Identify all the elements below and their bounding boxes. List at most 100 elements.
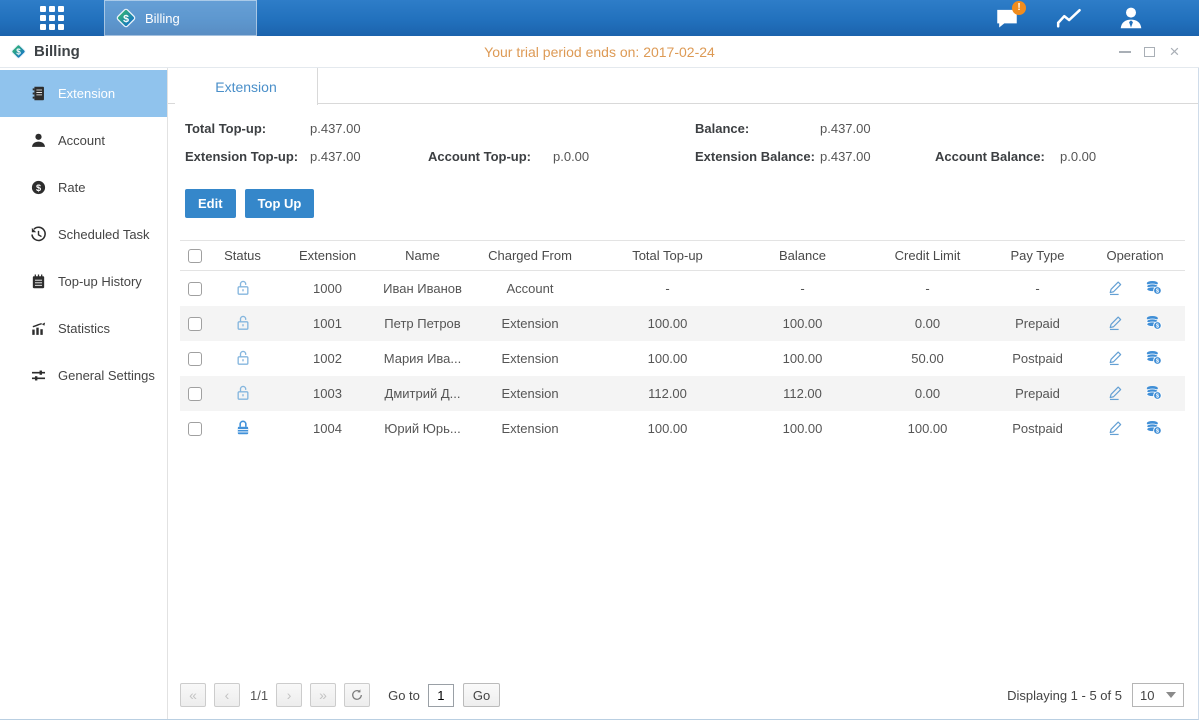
sidebar-item-topup-history[interactable]: Top-up History xyxy=(0,258,167,305)
col-charged-from: Charged From xyxy=(465,241,595,271)
sidebar-item-general-settings[interactable]: General Settings xyxy=(0,352,167,399)
next-page-button[interactable]: › xyxy=(276,683,302,707)
topup-row-icon[interactable] xyxy=(1145,349,1163,367)
cell-charged-from: Extension xyxy=(465,411,595,446)
table-row: 1002 Мария Ива... Extension 100.00 100.0… xyxy=(180,341,1185,376)
row-checkbox[interactable] xyxy=(188,422,202,436)
line-chart-icon xyxy=(1056,5,1082,31)
topup-row-icon[interactable] xyxy=(1145,384,1163,402)
maximize-button[interactable] xyxy=(1137,42,1162,62)
tab-bar: Extension xyxy=(168,68,1198,104)
sidebar-item-scheduled-task[interactable]: Scheduled Task xyxy=(0,211,167,258)
status-cell xyxy=(210,306,275,341)
cell-name: Петр Петров xyxy=(380,306,465,341)
cell-balance: 100.00 xyxy=(740,341,865,376)
cell-credit-limit: - xyxy=(865,271,990,306)
goto-page-input[interactable] xyxy=(428,684,454,707)
tab-extension[interactable]: Extension xyxy=(175,68,318,105)
edit-row-icon[interactable] xyxy=(1107,419,1125,437)
page-size-select[interactable]: 10 xyxy=(1132,683,1184,707)
table-row: 1004 Юрий Юрь... Extension 100.00 100.00… xyxy=(180,411,1185,446)
first-page-button[interactable]: « xyxy=(180,683,206,707)
go-button[interactable]: Go xyxy=(463,683,500,707)
cell-charged-from: Extension xyxy=(465,376,595,411)
row-checkbox[interactable] xyxy=(188,282,202,296)
cell-name: Мария Ива... xyxy=(380,341,465,376)
table-row: 1003 Дмитрий Д... Extension 112.00 112.0… xyxy=(180,376,1185,411)
cell-total-topup: - xyxy=(595,271,740,306)
sidebar-item-account[interactable]: Account xyxy=(0,117,167,164)
row-checkbox[interactable] xyxy=(188,317,202,331)
col-total-topup: Total Top-up xyxy=(595,241,740,271)
extension-balance-label: Extension Balance: xyxy=(695,149,820,164)
refresh-button[interactable] xyxy=(344,683,370,707)
row-checkbox[interactable] xyxy=(188,387,202,401)
lock-open-icon xyxy=(233,278,253,298)
taskbar-billing-button[interactable]: Billing xyxy=(104,0,257,36)
sidebar-item-statistics[interactable]: Statistics xyxy=(0,305,167,352)
topup-row-icon[interactable] xyxy=(1145,314,1163,332)
app-grid-icon[interactable] xyxy=(40,6,64,30)
cell-pay-type: Prepaid xyxy=(990,306,1085,341)
resource-monitor-icon[interactable] xyxy=(1053,2,1085,34)
scheduled-task-icon xyxy=(30,226,47,243)
chevron-down-icon xyxy=(1166,692,1176,698)
sidebar-item-label: Statistics xyxy=(58,321,110,336)
sidebar-item-label: Rate xyxy=(58,180,85,195)
page-size-value: 10 xyxy=(1140,688,1154,703)
rate-icon xyxy=(30,179,47,196)
goto-label: Go to xyxy=(388,688,420,703)
sidebar-item-label: Extension xyxy=(58,86,115,101)
status-cell xyxy=(210,411,275,446)
cell-extension: 1003 xyxy=(275,376,380,411)
messages-icon[interactable]: ! xyxy=(991,2,1023,34)
edit-row-icon[interactable] xyxy=(1107,314,1125,332)
select-all-checkbox[interactable] xyxy=(188,249,202,263)
topup-row-icon[interactable] xyxy=(1145,419,1163,437)
cell-total-topup: 100.00 xyxy=(595,306,740,341)
user-account-icon[interactable] xyxy=(1115,2,1147,34)
cell-extension: 1004 xyxy=(275,411,380,446)
window-title: Billing xyxy=(34,43,80,60)
cell-credit-limit: 0.00 xyxy=(865,376,990,411)
topup-history-icon xyxy=(30,273,47,290)
page-indicator: 1/1 xyxy=(250,688,268,703)
sidebar-item-label: Scheduled Task xyxy=(58,227,150,242)
cell-pay-type: Postpaid xyxy=(990,341,1085,376)
cell-balance: - xyxy=(740,271,865,306)
cell-total-topup: 112.00 xyxy=(595,376,740,411)
extension-topup-label: Extension Top-up: xyxy=(185,149,310,164)
last-page-button[interactable]: » xyxy=(310,683,336,707)
billing-diamond-icon xyxy=(115,7,137,29)
total-topup-label: Total Top-up: xyxy=(185,121,310,136)
row-checkbox[interactable] xyxy=(188,352,202,366)
sidebar-item-rate[interactable]: Rate xyxy=(0,164,167,211)
topup-row-icon[interactable] xyxy=(1145,279,1163,297)
cell-total-topup: 100.00 xyxy=(595,341,740,376)
account-balance-label: Account Balance: xyxy=(935,149,1060,164)
billing-summary: Total Top-up:p.437.00 Balance:p.437.00 E… xyxy=(168,104,1198,164)
edit-row-icon[interactable] xyxy=(1107,279,1125,297)
maximize-icon xyxy=(1144,47,1155,57)
top-up-button[interactable]: Top Up xyxy=(245,189,315,218)
cell-balance: 100.00 xyxy=(740,306,865,341)
lock-closed-icon xyxy=(233,418,253,438)
status-cell xyxy=(210,341,275,376)
cell-charged-from: Account xyxy=(465,271,595,306)
col-operation: Operation xyxy=(1085,241,1185,271)
cell-name: Дмитрий Д... xyxy=(380,376,465,411)
cell-extension: 1000 xyxy=(275,271,380,306)
edit-button[interactable]: Edit xyxy=(185,189,236,218)
prev-page-button[interactable]: ‹ xyxy=(214,683,240,707)
minimize-button[interactable] xyxy=(1112,42,1137,62)
sidebar-item-extension[interactable]: Extension xyxy=(0,70,167,117)
tab-label: Extension xyxy=(215,79,276,95)
status-cell xyxy=(210,376,275,411)
cell-name: Иван Иванов xyxy=(380,271,465,306)
close-button[interactable]: × xyxy=(1162,42,1187,62)
sidebar-item-label: Account xyxy=(58,133,105,148)
edit-row-icon[interactable] xyxy=(1107,384,1125,402)
extension-topup-value: p.437.00 xyxy=(310,149,361,164)
account-topup-value: p.0.00 xyxy=(553,149,589,164)
edit-row-icon[interactable] xyxy=(1107,349,1125,367)
